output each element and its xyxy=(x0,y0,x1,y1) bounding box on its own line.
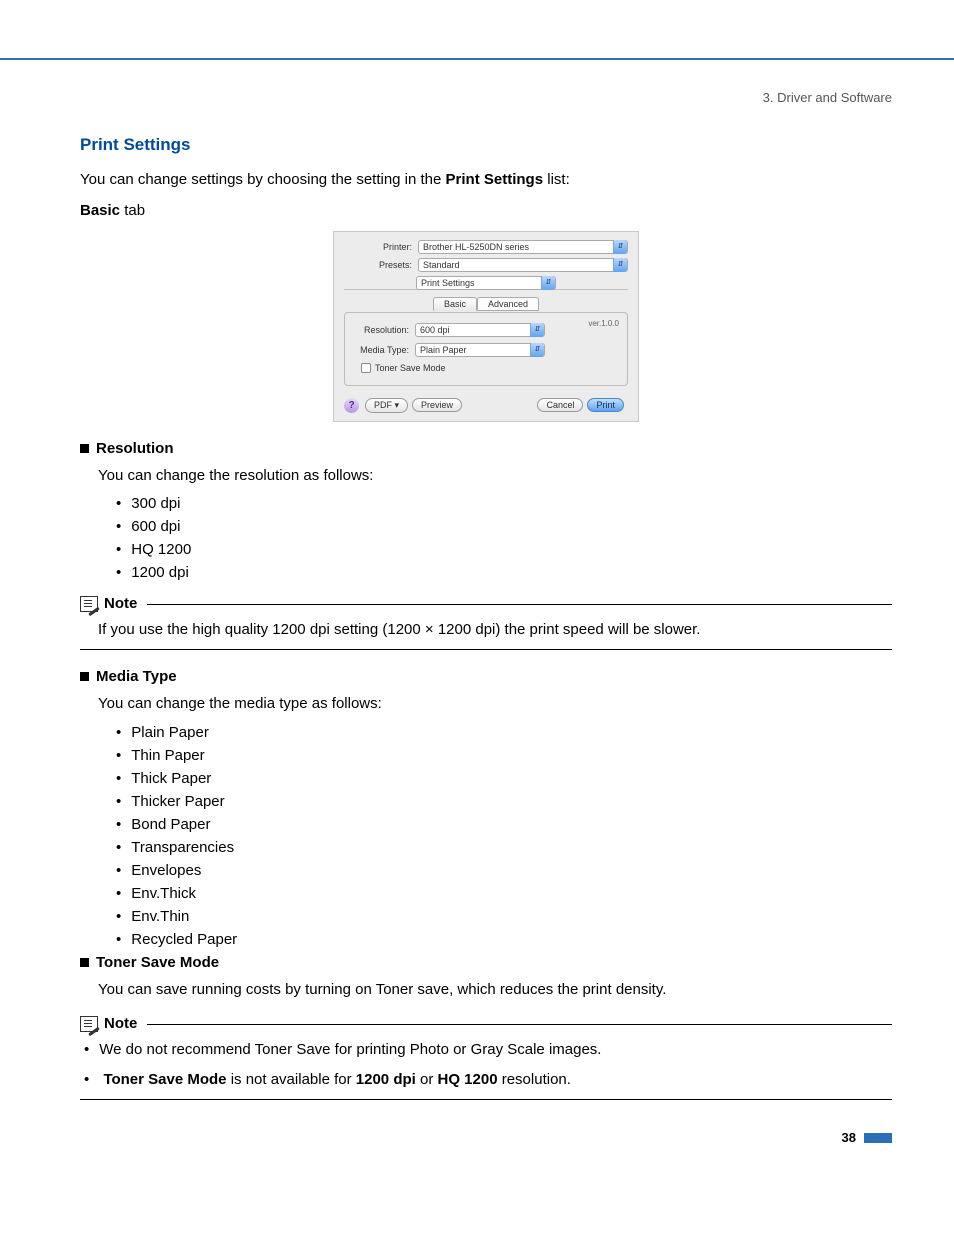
panel-section-value: Print Settings xyxy=(421,277,475,289)
resolution-options: 300 dpi 600 dpi HQ 1200 1200 dpi xyxy=(116,495,892,581)
mediatype-heading-text: Media Type xyxy=(96,668,177,685)
note-body: If you use the high quality 1200 dpi set… xyxy=(98,618,892,641)
preview-button[interactable]: Preview xyxy=(412,398,462,412)
mediatype-desc: You can change the media type as follows… xyxy=(98,693,892,716)
note-footer-rule xyxy=(80,1099,892,1100)
tab-basic[interactable]: Basic xyxy=(433,297,477,311)
list-item: Transparencies xyxy=(116,839,892,856)
breadcrumb: 3. Driver and Software xyxy=(80,90,892,105)
note-rule xyxy=(147,1024,892,1025)
resolution-heading-text: Resolution xyxy=(96,440,174,457)
list-item: Envelopes xyxy=(116,862,892,879)
note2-t1: is not available for xyxy=(227,1071,356,1088)
square-bullet-icon xyxy=(80,444,89,453)
presets-label: Presets: xyxy=(344,260,418,270)
intro-bold: Print Settings xyxy=(446,171,544,188)
list-item: Thick Paper xyxy=(116,770,892,787)
page-number-bar-icon xyxy=(864,1133,892,1143)
list-item: Thin Paper xyxy=(116,747,892,764)
help-button[interactable]: ? xyxy=(344,398,359,413)
resolution-desc: You can change the resolution as follows… xyxy=(98,465,892,488)
section-title: Print Settings xyxy=(80,135,892,155)
note-icon xyxy=(80,1016,98,1032)
basic-tab-post: tab xyxy=(120,202,145,219)
dropdown-arrows-icon: ⇵ xyxy=(530,343,544,357)
list-item: Bond Paper xyxy=(116,816,892,833)
printer-label: Printer: xyxy=(344,242,418,252)
note-list-item: We do not recommend Toner Save for print… xyxy=(84,1038,892,1061)
resolution-select[interactable]: 600 dpi ⇵ xyxy=(415,323,545,337)
mediatype-heading: Media Type xyxy=(80,668,892,685)
square-bullet-icon xyxy=(80,672,89,681)
presets-value: Standard xyxy=(423,259,460,271)
dropdown-arrows-icon: ⇵ xyxy=(530,323,544,337)
toner-save-checkbox[interactable] xyxy=(361,363,371,373)
note-icon xyxy=(80,596,98,612)
mediatype-options: Plain Paper Thin Paper Thick Paper Thick… xyxy=(116,724,892,948)
page-number-value: 38 xyxy=(842,1130,856,1145)
note2-t2: or xyxy=(416,1071,438,1088)
dialog-screenshot: Printer: Brother HL-5250DN series ⇵ Pres… xyxy=(80,231,892,422)
basic-tab-bold: Basic xyxy=(80,202,120,219)
mediatype-select[interactable]: Plain Paper ⇵ xyxy=(415,343,545,357)
list-item: Env.Thin xyxy=(116,908,892,925)
note2-t3: resolution. xyxy=(498,1071,571,1088)
toner-heading-text: Toner Save Mode xyxy=(96,954,219,971)
dropdown-arrows-icon: ⇵ xyxy=(613,240,627,254)
list-item: 1200 dpi xyxy=(116,564,892,581)
toner-save-label: Toner Save Mode xyxy=(375,363,446,373)
list-item: Recycled Paper xyxy=(116,931,892,948)
panel-section-select[interactable]: Print Settings ⇵ xyxy=(416,276,556,290)
toner-desc: You can save running costs by turning on… xyxy=(98,979,892,1002)
cancel-button[interactable]: Cancel xyxy=(537,398,583,412)
resolution-label: Resolution: xyxy=(355,325,415,335)
intro-pre: You can change settings by choosing the … xyxy=(80,171,446,188)
note-footer-rule xyxy=(80,649,892,650)
mediatype-value: Plain Paper xyxy=(420,344,467,356)
page-number: 38 xyxy=(80,1130,892,1145)
note2-b3: HQ 1200 xyxy=(438,1071,498,1088)
note-label: Note xyxy=(104,1015,137,1032)
mediatype-label: Media Type: xyxy=(355,345,415,355)
dialog-version: ver.1.0.0 xyxy=(588,319,619,328)
list-item: Thicker Paper xyxy=(116,793,892,810)
note2-b1: Toner Save Mode xyxy=(103,1071,226,1088)
note-rule xyxy=(147,604,892,605)
pdf-button[interactable]: PDF ▾ xyxy=(365,398,408,413)
note-label: Note xyxy=(104,595,137,612)
intro-post: list: xyxy=(543,171,570,188)
square-bullet-icon xyxy=(80,958,89,967)
presets-select[interactable]: Standard ⇵ xyxy=(418,258,628,272)
list-item: HQ 1200 xyxy=(116,541,892,558)
resolution-heading: Resolution xyxy=(80,440,892,457)
list-item: 600 dpi xyxy=(116,518,892,535)
list-item: 300 dpi xyxy=(116,495,892,512)
toner-heading: Toner Save Mode xyxy=(80,954,892,971)
note2-b2: 1200 dpi xyxy=(356,1071,416,1088)
list-item: Plain Paper xyxy=(116,724,892,741)
list-item: Env.Thick xyxy=(116,885,892,902)
tab-advanced[interactable]: Advanced xyxy=(477,297,539,311)
note-list-item: Toner Save Mode is not available for 120… xyxy=(84,1068,892,1091)
basic-tab-line: Basic tab xyxy=(80,202,892,219)
dropdown-arrows-icon: ⇵ xyxy=(541,276,555,290)
resolution-value: 600 dpi xyxy=(420,324,450,336)
intro-text: You can change settings by choosing the … xyxy=(80,169,892,192)
printer-select[interactable]: Brother HL-5250DN series ⇵ xyxy=(418,240,628,254)
print-button[interactable]: Print xyxy=(587,398,624,412)
printer-value: Brother HL-5250DN series xyxy=(423,241,529,253)
dropdown-arrows-icon: ⇵ xyxy=(613,258,627,272)
